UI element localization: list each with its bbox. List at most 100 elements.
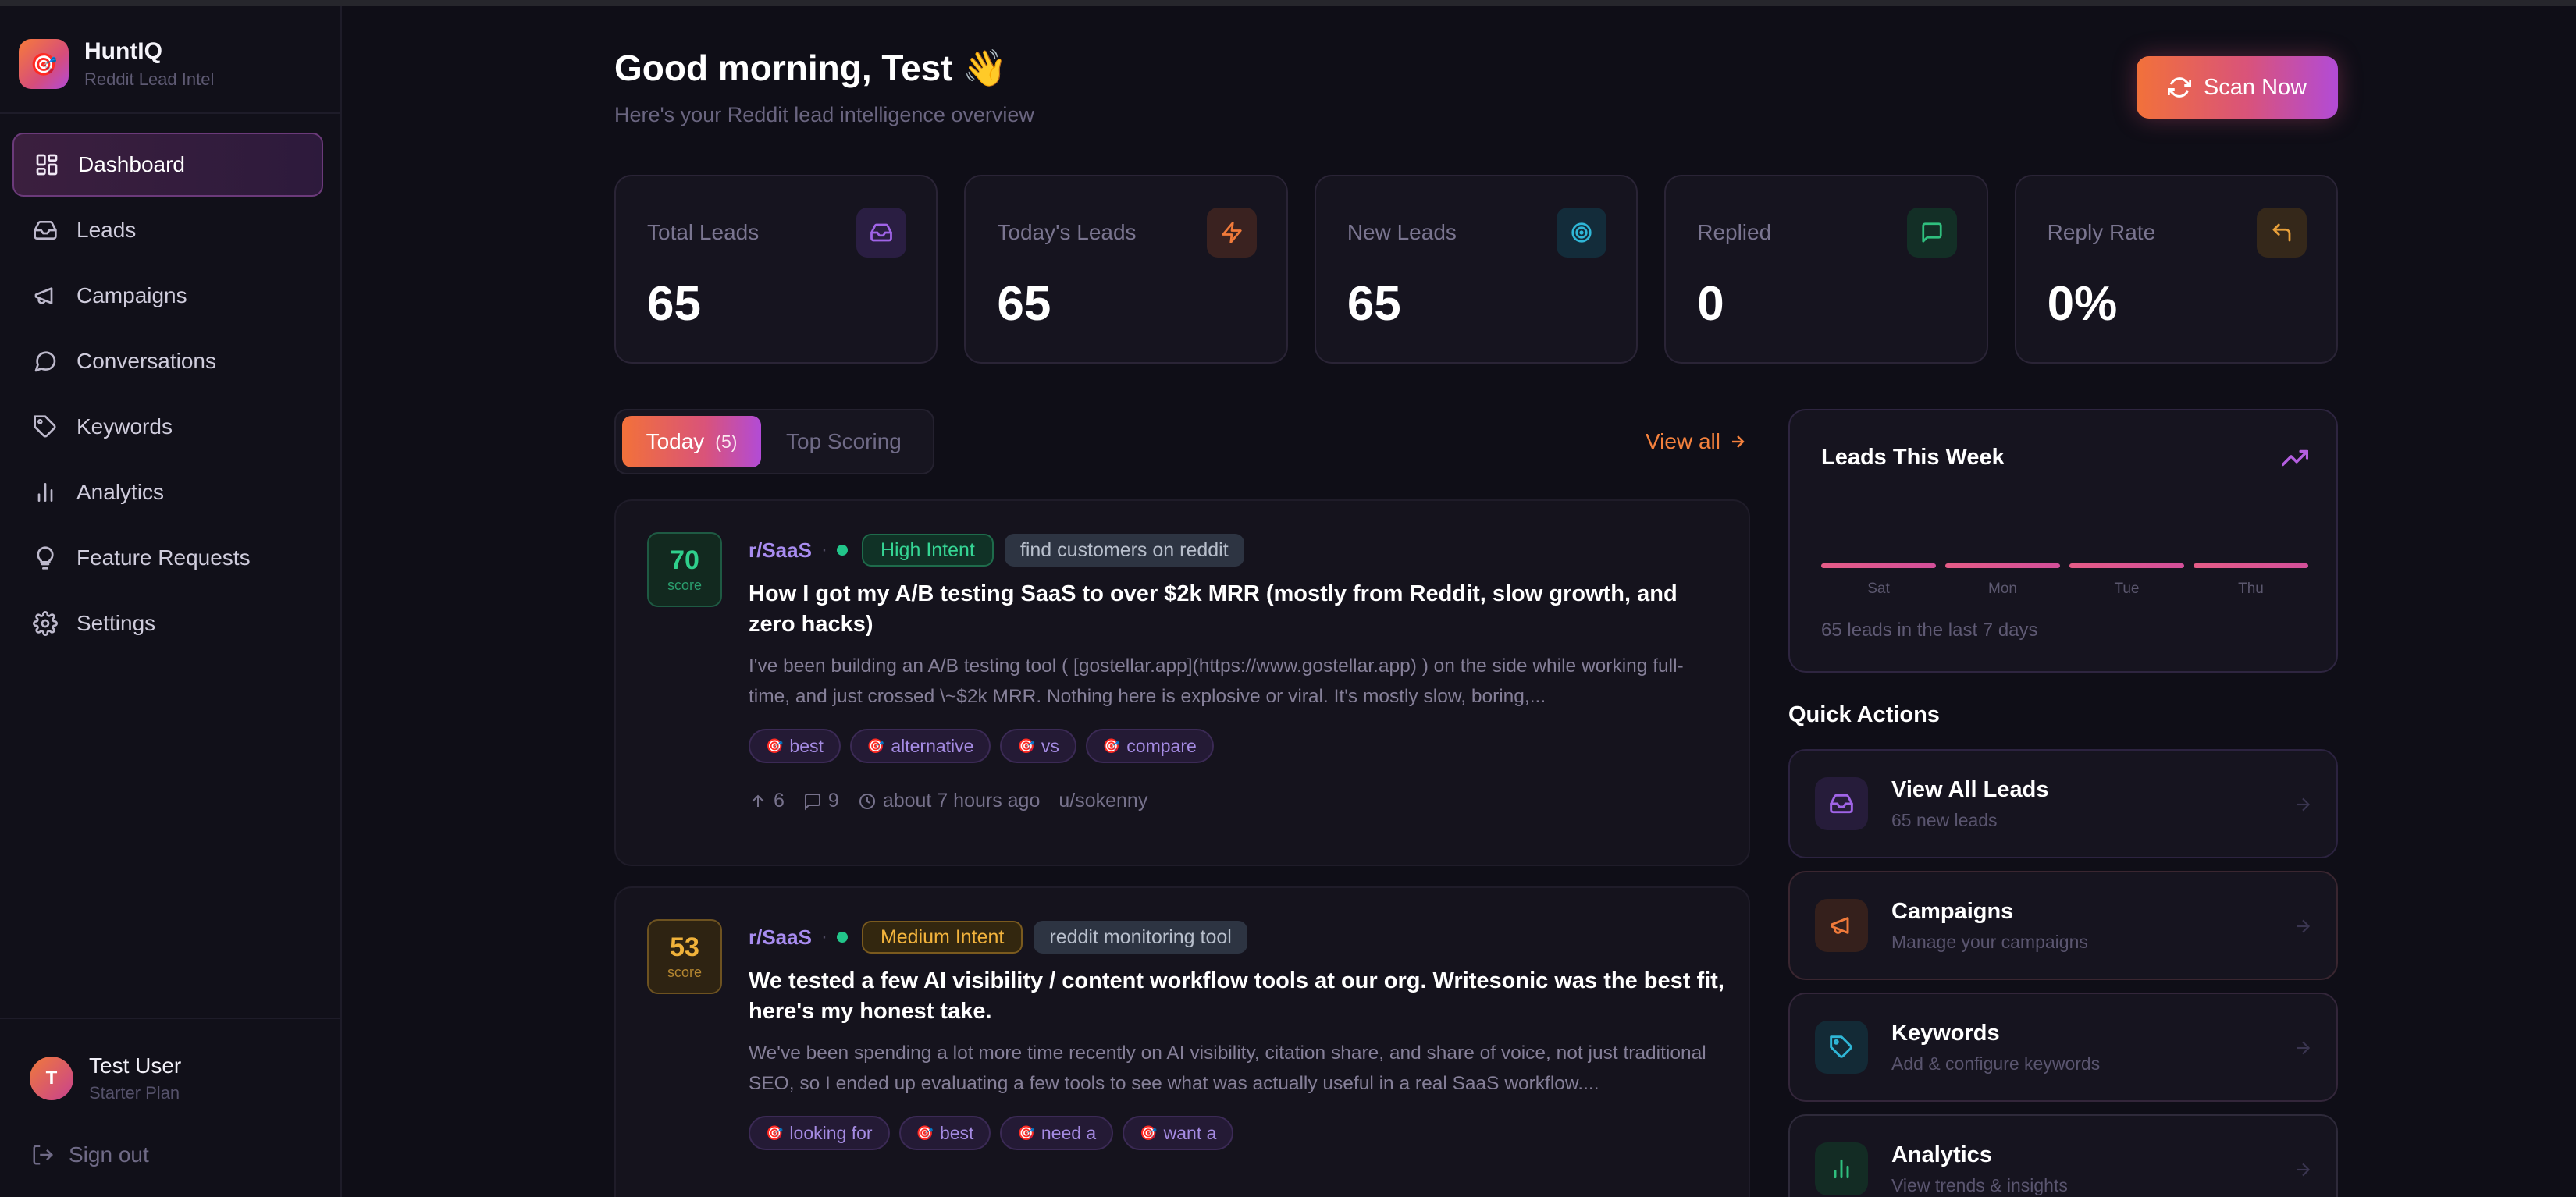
separator: ·	[820, 539, 827, 560]
inbox-icon	[31, 216, 59, 244]
week-chart: Sat Mon Tue Thu	[1821, 563, 2308, 610]
stat-card-new-leads: New Leads 65	[1314, 175, 1638, 364]
tag: 🎯 compare	[1085, 729, 1214, 763]
tab-top-scoring[interactable]: Top Scoring	[786, 429, 902, 454]
lead-tabs: Today (5) Top Scoring	[614, 409, 934, 474]
sidebar-item-analytics[interactable]: Analytics	[12, 460, 323, 524]
sidebar-divider	[0, 112, 340, 114]
status-dot	[836, 545, 848, 556]
sign-out-button[interactable]: Sign out	[31, 1142, 149, 1167]
author[interactable]: u/sokenny	[1059, 790, 1147, 812]
clock-icon	[859, 793, 875, 809]
quick-action-sub: Manage your campaigns	[1891, 932, 2088, 952]
megaphone-icon	[31, 282, 59, 310]
view-all-label: View all	[1646, 429, 1720, 453]
target-icon: 🎯	[1017, 737, 1035, 754]
comments: 9	[803, 790, 839, 812]
stat-card-todays-leads: Today's Leads 65	[964, 175, 1288, 364]
inbox-icon	[1815, 777, 1868, 830]
upvotes: 6	[749, 790, 785, 812]
comment-icon	[804, 793, 820, 810]
subreddit-link[interactable]: r/SaaS	[749, 538, 812, 563]
trending-up-icon	[2281, 445, 2309, 471]
brand-tagline: Reddit Lead Intel	[84, 69, 215, 89]
quick-action-campaigns[interactable]: Campaigns Manage your campaigns	[1788, 871, 2338, 980]
sidebar-item-dashboard[interactable]: Dashboard	[12, 133, 323, 197]
week-bar: Mon	[1945, 563, 2060, 610]
user-profile[interactable]: T Test User Starter Plan	[30, 1053, 181, 1103]
sidebar-item-feature-requests[interactable]: Feature Requests	[12, 526, 323, 590]
lead-card[interactable]: 70 score r/SaaS · High Intent find custo…	[614, 499, 1750, 866]
bar-chart-icon	[1815, 1142, 1868, 1195]
stat-value: 0%	[2047, 277, 2118, 331]
tab-today-count: (5)	[715, 431, 738, 452]
sidebar: 🎯 HuntIQ Reddit Lead Intel Dashboard Lea…	[0, 6, 342, 1197]
megaphone-icon	[1815, 899, 1868, 952]
card-title: Leads This Week	[1821, 445, 2005, 470]
subreddit-link[interactable]: r/SaaS	[749, 925, 812, 950]
avatar: T	[30, 1057, 73, 1100]
separator: ·	[820, 926, 827, 947]
sidebar-item-label: Campaigns	[76, 283, 187, 307]
refresh-icon	[2167, 77, 2191, 98]
sidebar-item-leads[interactable]: Leads	[12, 198, 323, 262]
tag: 🎯 need a	[1000, 1116, 1114, 1150]
score-value: 70	[670, 545, 699, 575]
week-bar: Thu	[2194, 563, 2308, 610]
intent-badge: Medium Intent	[861, 921, 1023, 954]
sidebar-item-settings[interactable]: Settings	[12, 591, 323, 655]
quick-action-keywords[interactable]: Keywords Add & configure keywords	[1788, 993, 2338, 1102]
view-all-link[interactable]: View all	[1646, 429, 1747, 454]
sidebar-item-conversations[interactable]: Conversations	[12, 329, 323, 393]
quick-action-analytics[interactable]: Analytics View trends & insights	[1788, 1114, 2338, 1197]
lead-excerpt: I've been building an A/B testing tool (…	[749, 655, 1684, 707]
lightbulb-icon	[31, 544, 59, 572]
user-name: Test User	[89, 1053, 182, 1078]
brand[interactable]: 🎯 HuntIQ Reddit Lead Intel	[19, 33, 214, 95]
tag: 🎯 alternative	[849, 729, 991, 763]
scan-now-button[interactable]: Scan Now	[2137, 56, 2338, 119]
sidebar-item-label: Analytics	[76, 480, 165, 504]
tag-list: 🎯 looking for 🎯 best 🎯 need a 🎯 want a	[749, 1116, 1724, 1150]
quick-action-view-all-leads[interactable]: View All Leads 65 new leads	[1788, 749, 2338, 858]
sidebar-item-label: Dashboard	[78, 152, 185, 176]
arrow-up-icon	[752, 794, 764, 807]
target-logo-icon: 🎯	[19, 39, 69, 89]
week-bar: Sat	[1821, 563, 1936, 610]
tag: 🎯 looking for	[749, 1116, 890, 1150]
tag-icon	[31, 413, 59, 441]
intent-badge: High Intent	[861, 534, 994, 567]
sidebar-item-label: Leads	[76, 218, 137, 242]
lead-card[interactable]: 53 score r/SaaS · Medium Intent reddit m…	[614, 886, 1750, 1197]
tab-today-label: Today	[646, 429, 705, 453]
stat-value: 65	[1347, 277, 1401, 331]
quick-action-label: Campaigns	[1891, 899, 2014, 924]
day-label: Thu	[2238, 581, 2264, 597]
score-label: score	[667, 964, 702, 980]
target-icon: 🎯	[766, 737, 784, 754]
sidebar-item-label: Settings	[76, 611, 156, 635]
tab-today[interactable]: Today (5)	[622, 416, 761, 467]
timestamp: about 7 hours ago	[858, 790, 1040, 812]
target-icon: 🎯	[766, 1124, 784, 1141]
message-icon	[1906, 208, 1957, 258]
sidebar-item-campaigns[interactable]: Campaigns	[12, 264, 323, 328]
target-icon	[1557, 208, 1607, 258]
stat-value: 65	[647, 277, 701, 331]
page-subtitle: Here's your Reddit lead intelligence ove…	[614, 103, 1034, 126]
keyword-badge: reddit monitoring tool	[1034, 921, 1247, 954]
log-out-icon	[33, 1145, 54, 1165]
lead-title[interactable]: How I got my A/B testing SaaS to over $2…	[749, 579, 1724, 640]
day-label: Tue	[2114, 581, 2140, 597]
sidebar-item-keywords[interactable]: Keywords	[12, 395, 323, 459]
scan-now-label: Scan Now	[2203, 74, 2307, 100]
tag: 🎯 vs	[1000, 729, 1076, 763]
week-bar: Tue	[2069, 563, 2184, 610]
status-dot	[836, 932, 848, 943]
lightning-icon	[1206, 208, 1257, 258]
target-icon: 🎯	[1017, 1124, 1035, 1141]
lead-title[interactable]: We tested a few AI visibility / content …	[749, 966, 1724, 1027]
sidebar-item-label: Feature Requests	[76, 545, 251, 570]
quick-action-label: Keywords	[1891, 1021, 2000, 1046]
stat-card-replied: Replied 0	[1664, 175, 1988, 364]
